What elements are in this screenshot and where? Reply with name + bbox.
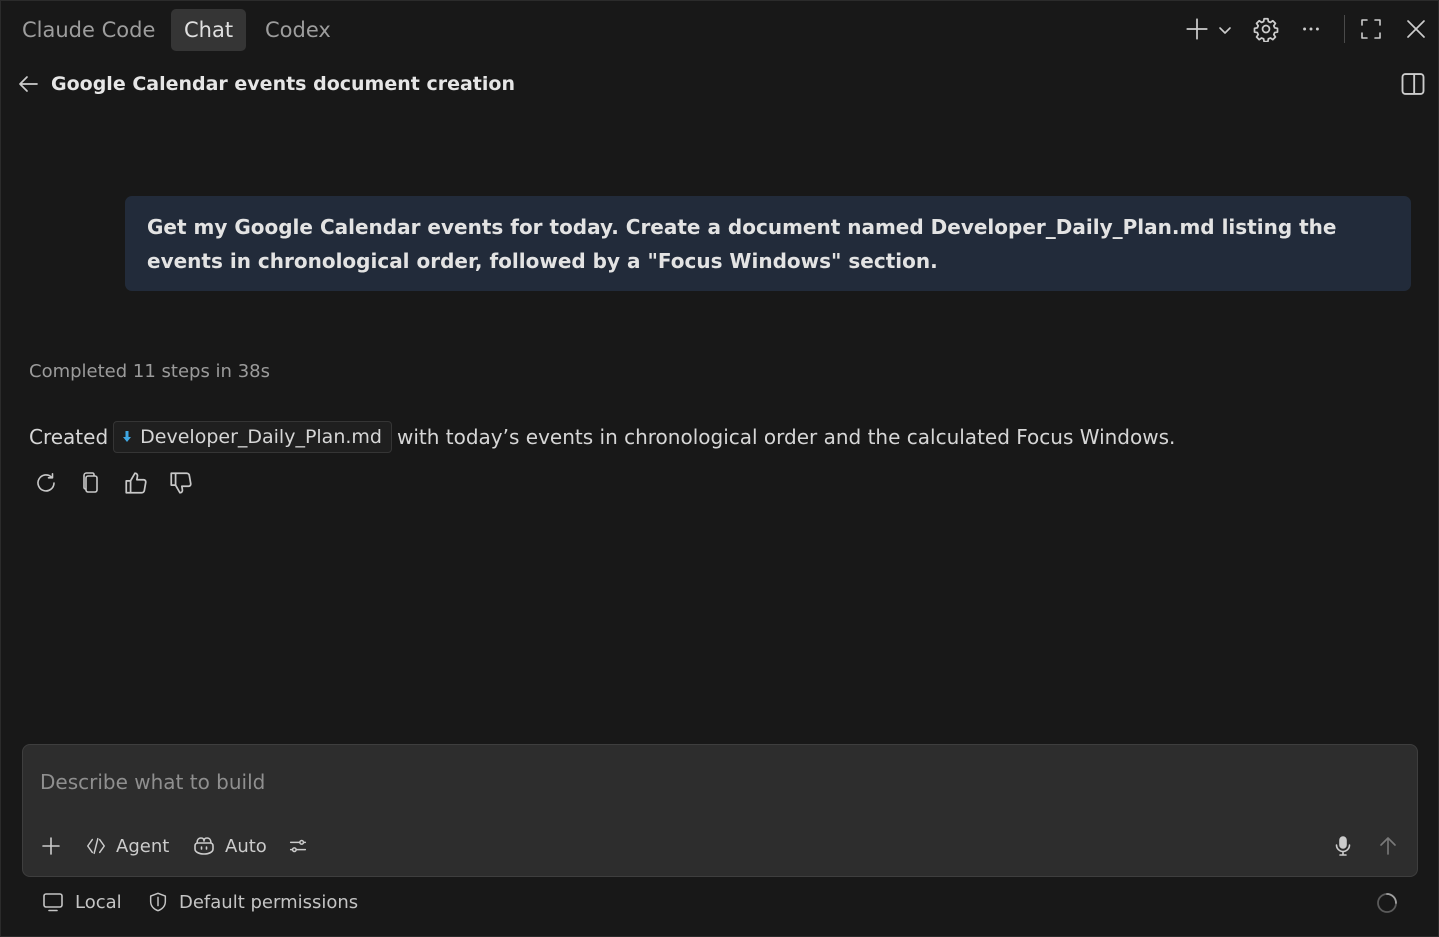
assistant-message: Created Developer_Daily_Plan.md with today… [29, 420, 1175, 457]
page-title: Google Calendar events document creation [51, 73, 515, 95]
toolbar-divider [1344, 15, 1345, 43]
tab-bar: Claude Code Chat Codex [1, 1, 1439, 57]
arrow-up-icon [1376, 834, 1400, 858]
monitor-icon [41, 890, 65, 914]
thumbs-up-icon[interactable] [121, 467, 151, 499]
prompt-input[interactable] [40, 765, 1340, 799]
microphone-icon [1331, 834, 1355, 858]
agent-mode-label: Agent [116, 835, 170, 857]
shield-icon [147, 891, 169, 913]
message-actions [31, 467, 196, 499]
tab-claude-code[interactable]: Claude Code [9, 9, 168, 51]
agent-icon [85, 835, 107, 857]
close-icon[interactable] [1401, 14, 1431, 44]
file-chip[interactable]: Developer_Daily_Plan.md [113, 420, 392, 453]
agent-mode-button[interactable]: Agent [85, 831, 169, 861]
plus-icon [39, 834, 63, 858]
location-button[interactable]: Local [41, 887, 122, 917]
permissions-label: Default permissions [179, 891, 359, 913]
permissions-button[interactable]: Default permissions [147, 887, 358, 917]
toggle-panel-icon[interactable] [1397, 68, 1429, 100]
composer: Agent Auto [22, 744, 1418, 877]
progress-ring-icon [1376, 892, 1398, 914]
send-button[interactable] [1376, 831, 1400, 861]
more-icon[interactable] [1296, 14, 1326, 44]
thumbs-down-icon[interactable] [166, 467, 196, 499]
back-arrow-icon[interactable] [13, 69, 43, 99]
maximize-icon[interactable] [1356, 14, 1386, 44]
model-label: Auto [225, 835, 267, 857]
app-window: Claude Code Chat Codex Google Calendar e… [0, 0, 1439, 937]
gear-icon[interactable] [1251, 14, 1281, 44]
model-picker-button[interactable]: Auto [192, 831, 267, 861]
answer-suffix: with today’s events in chronological ord… [396, 425, 1176, 449]
answer-prefix: Created [29, 425, 109, 449]
plus-icon[interactable] [1182, 14, 1212, 44]
microphone-button[interactable] [1331, 831, 1355, 861]
retry-icon[interactable] [31, 467, 61, 499]
file-chip-label: Developer_Daily_Plan.md [140, 425, 382, 448]
markdown-icon [122, 430, 132, 444]
settings-sliders-button[interactable] [287, 831, 309, 861]
sliders-icon [287, 835, 309, 857]
copilot-icon [192, 834, 216, 858]
tab-chat[interactable]: Chat [171, 9, 247, 51]
attach-button[interactable] [39, 831, 63, 861]
copy-icon[interactable] [76, 467, 106, 499]
user-message: Get my Google Calendar events for today.… [125, 196, 1411, 291]
location-label: Local [75, 891, 122, 913]
steps-status[interactable]: Completed 11 steps in 38s [29, 357, 270, 387]
tab-codex[interactable]: Codex [252, 9, 344, 51]
chevron-down-icon[interactable] [1213, 15, 1237, 45]
